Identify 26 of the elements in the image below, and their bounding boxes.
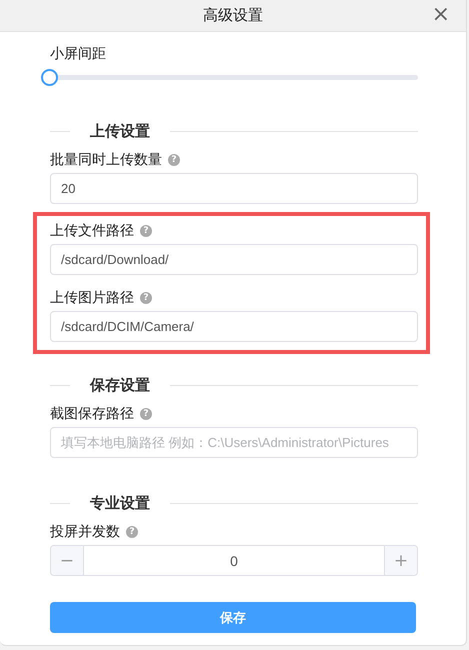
input-field[interactable]: /sdcard/Download/ [50, 244, 418, 275]
number-stepper[interactable]: − 0 + [50, 545, 418, 576]
field-label: 截图保存路径 [50, 405, 134, 423]
save-button[interactable]: 保存 [50, 602, 416, 633]
field-label: 上传图片路径 [50, 289, 134, 307]
section-title: 专业设置 [89, 494, 151, 513]
section-title: 保存设置 [88, 376, 151, 395]
input-field[interactable]: /sdcard/DCIM/Camera/ [50, 311, 418, 342]
field-label: 上传文件路径 [50, 222, 134, 240]
field-label: 批量同时上传数量 [50, 151, 162, 169]
help-icon[interactable]: ? [168, 154, 180, 166]
input-field[interactable]: 填写本地电脑路径 例如：C:\Users\Administrator\Pictures [50, 427, 418, 458]
field-label: 投屏并发数 [50, 523, 120, 541]
help-icon[interactable]: ? [140, 408, 152, 420]
slider-label: 小屏间距 [50, 45, 107, 63]
help-icon[interactable]: ? [140, 225, 152, 237]
close-button[interactable]: × [430, 2, 452, 28]
window-title: 高级设置 [203, 6, 263, 25]
decrement-button[interactable]: − [51, 546, 84, 575]
section-title: 上传设置 [89, 122, 151, 141]
help-icon[interactable]: ? [126, 526, 138, 538]
input-field[interactable]: 20 [50, 173, 418, 204]
increment-button[interactable]: + [384, 546, 417, 575]
help-icon[interactable]: ? [140, 292, 152, 304]
slider-thumb[interactable] [41, 69, 58, 86]
slider[interactable] [41, 69, 418, 86]
